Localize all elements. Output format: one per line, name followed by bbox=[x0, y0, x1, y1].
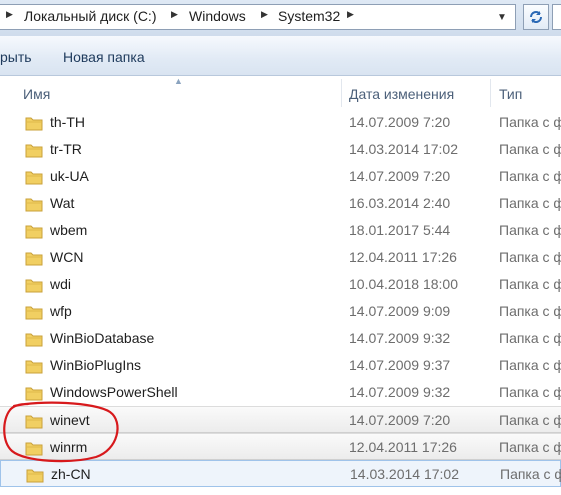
file-name: wfp bbox=[50, 303, 72, 319]
file-type: Папка с ф bbox=[499, 114, 561, 130]
file-type: Папка с ф bbox=[499, 439, 561, 455]
file-date: 14.07.2009 7:20 bbox=[349, 114, 451, 130]
folder-icon bbox=[25, 252, 43, 266]
folder-icon bbox=[25, 415, 43, 429]
list-item[interactable]: th-TH 14.07.2009 7:20 Папка с ф bbox=[0, 109, 561, 136]
file-type: Папка с ф bbox=[499, 222, 561, 238]
command-bar: рыть Новая папка bbox=[0, 36, 561, 76]
list-item[interactable]: uk-UA 14.07.2009 7:20 Папка с ф bbox=[0, 163, 561, 190]
file-type: Папка с ф bbox=[500, 466, 561, 482]
breadcrumb-separator-icon[interactable]: ▶ bbox=[347, 9, 354, 20]
file-name: winevt bbox=[50, 412, 90, 428]
list-item[interactable]: wfp 14.07.2009 9:09 Папка с ф bbox=[0, 298, 561, 325]
file-date: 14.07.2009 9:32 bbox=[349, 384, 451, 400]
list-item[interactable]: WindowsPowerShell 14.07.2009 9:32 Папка … bbox=[0, 379, 561, 406]
folder-icon bbox=[25, 279, 43, 293]
list-item[interactable]: WinBioPlugIns 14.07.2009 9:37 Папка с ф bbox=[0, 352, 561, 379]
list-item[interactable]: wbem 18.01.2017 5:44 Папка с ф bbox=[0, 217, 561, 244]
file-name: WCN bbox=[50, 249, 84, 265]
list-item[interactable]: wdi 10.04.2018 18:00 Папка с ф bbox=[0, 271, 561, 298]
folder-icon bbox=[25, 225, 43, 239]
file-type: Папка с ф bbox=[499, 330, 561, 346]
file-date: 14.07.2009 9:09 bbox=[349, 303, 451, 319]
refresh-button[interactable] bbox=[523, 4, 549, 30]
breadcrumb-separator-icon[interactable]: ▶ bbox=[261, 9, 268, 20]
file-name: Wat bbox=[50, 195, 75, 211]
list-item[interactable]: Wat 16.03.2014 2:40 Папка с ф bbox=[0, 190, 561, 217]
file-name: WinBioPlugIns bbox=[50, 357, 142, 373]
file-date: 14.03.2014 17:02 bbox=[349, 141, 458, 157]
folder-icon bbox=[25, 333, 43, 347]
column-headers: ▲ Имя Дата изменения Тип bbox=[0, 76, 561, 108]
file-name: uk-UA bbox=[50, 168, 89, 184]
breadcrumb-item-windows[interactable]: Windows bbox=[189, 8, 246, 24]
sort-ascending-icon: ▲ bbox=[174, 76, 183, 86]
file-date: 14.07.2009 7:20 bbox=[349, 168, 451, 184]
folder-icon bbox=[25, 442, 43, 456]
breadcrumb[interactable]: ▶ Локальный диск (C:) ▶ Windows ▶ System… bbox=[0, 4, 516, 30]
breadcrumb-separator-icon[interactable]: ▶ bbox=[171, 9, 178, 20]
file-date: 14.03.2014 17:02 bbox=[350, 466, 459, 482]
folder-icon bbox=[26, 469, 44, 483]
file-type: Папка с ф bbox=[499, 195, 561, 211]
column-divider[interactable] bbox=[341, 79, 342, 107]
breadcrumb-item-system32[interactable]: System32 bbox=[278, 8, 340, 24]
folder-icon bbox=[25, 198, 43, 212]
file-name: wdi bbox=[50, 276, 72, 292]
file-type: Папка с ф bbox=[499, 357, 561, 373]
folder-icon bbox=[25, 171, 43, 185]
folder-icon bbox=[25, 387, 43, 401]
column-header-type[interactable]: Тип bbox=[499, 86, 522, 102]
file-type: Папка с ф bbox=[499, 141, 561, 157]
column-divider[interactable] bbox=[490, 79, 491, 107]
file-name: tr-TR bbox=[50, 141, 82, 157]
new-folder-button[interactable]: Новая папка bbox=[63, 49, 145, 65]
refresh-icon bbox=[530, 11, 542, 23]
file-type: Папка с ф bbox=[499, 412, 561, 428]
list-item[interactable]: WCN 12.04.2011 17:26 Папка с ф bbox=[0, 244, 561, 271]
folder-icon bbox=[25, 360, 43, 374]
file-type: Папка с ф bbox=[499, 276, 561, 292]
column-header-name[interactable]: Имя bbox=[23, 86, 50, 102]
file-type: Папка с ф bbox=[499, 168, 561, 184]
search-box[interactable] bbox=[552, 4, 561, 30]
list-item[interactable]: tr-TR 14.03.2014 17:02 Папка с ф bbox=[0, 136, 561, 163]
file-date: 14.07.2009 9:37 bbox=[349, 357, 451, 373]
file-type: Папка с ф bbox=[499, 384, 561, 400]
file-date: 14.07.2009 9:32 bbox=[349, 330, 451, 346]
folder-icon bbox=[25, 117, 43, 131]
file-name: winrm bbox=[50, 439, 88, 455]
list-item[interactable]: winevt 14.07.2009 7:20 Папка с ф bbox=[0, 406, 561, 433]
chevron-down-icon[interactable]: ▼ bbox=[489, 5, 515, 29]
file-name: zh-CN bbox=[51, 466, 91, 482]
file-type: Папка с ф bbox=[499, 303, 561, 319]
file-date: 10.04.2018 18:00 bbox=[349, 276, 458, 292]
file-name: WindowsPowerShell bbox=[50, 384, 178, 400]
list-item[interactable]: zh-CN 14.03.2014 17:02 Папка с ф bbox=[0, 460, 561, 487]
file-date: 14.07.2009 7:20 bbox=[349, 412, 451, 428]
file-name: th-TH bbox=[50, 114, 85, 130]
file-date: 12.04.2011 17:26 bbox=[349, 249, 457, 265]
file-date: 16.03.2014 2:40 bbox=[349, 195, 451, 211]
file-type: Папка с ф bbox=[499, 249, 561, 265]
breadcrumb-separator-icon[interactable]: ▶ bbox=[6, 9, 13, 20]
file-date: 18.01.2017 5:44 bbox=[349, 222, 451, 238]
file-list: th-TH 14.07.2009 7:20 Папка с ф tr-TR 14… bbox=[0, 109, 561, 487]
cut-button[interactable]: рыть bbox=[0, 49, 32, 65]
breadcrumb-item-local-disk[interactable]: Локальный диск (C:) bbox=[24, 8, 157, 24]
list-item[interactable]: WinBioDatabase 14.07.2009 9:32 Папка с ф bbox=[0, 325, 561, 352]
file-name: WinBioDatabase bbox=[50, 330, 155, 346]
list-item[interactable]: winrm 12.04.2011 17:26 Папка с ф bbox=[0, 433, 561, 460]
folder-icon bbox=[25, 144, 43, 158]
file-date: 12.04.2011 17:26 bbox=[349, 439, 457, 455]
column-header-date[interactable]: Дата изменения bbox=[349, 86, 454, 102]
folder-icon bbox=[25, 306, 43, 320]
file-name: wbem bbox=[50, 222, 88, 238]
address-bar: ▶ Локальный диск (C:) ▶ Windows ▶ System… bbox=[0, 0, 561, 36]
